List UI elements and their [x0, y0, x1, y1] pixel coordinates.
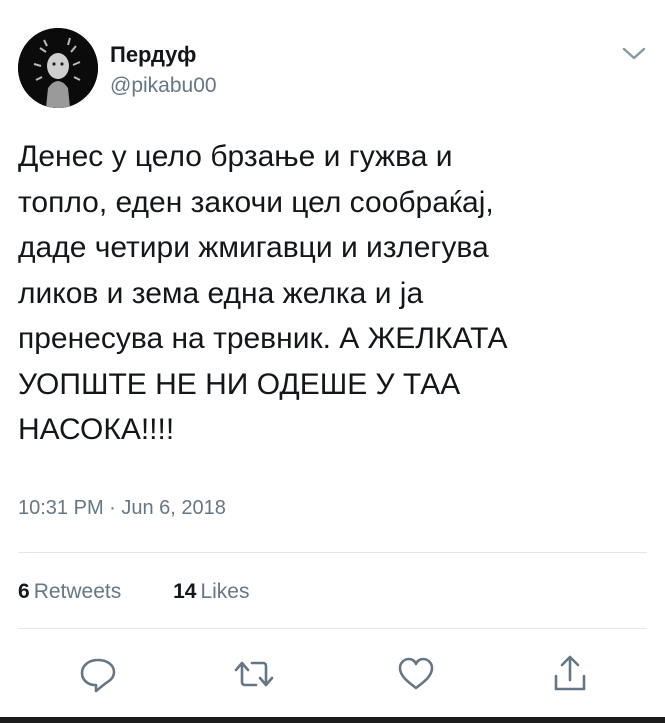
retweets-stat[interactable]: 6 Retweets — [18, 580, 121, 604]
tweet-stats: 6 Retweets 14 Likes — [18, 580, 295, 604]
heart-icon[interactable] — [394, 652, 438, 696]
retweets-label: Retweets — [33, 580, 122, 603]
divider — [18, 628, 647, 629]
divider — [0, 717, 665, 723]
retweets-count: 6 — [18, 580, 30, 603]
likes-count: 14 — [173, 580, 197, 603]
tweet-text-line: ликов и зема една желка и ја — [18, 276, 424, 310]
chevron-down-icon[interactable] — [620, 44, 648, 64]
reply-icon[interactable] — [76, 652, 120, 696]
avatar-image — [18, 28, 98, 108]
tweet-timestamp[interactable]: 10:31 PM · Jun 6, 2018 — [18, 497, 226, 520]
tweet-card: Пердуф @pikabu00 Денес у цело брзање и г… — [0, 0, 665, 723]
tweet-text: Денес у цело брзање и гужва и топло, еде… — [18, 134, 648, 453]
tweet-text-line: Денес у цело брзање и гужва и — [18, 140, 453, 173]
tweet-text-line: даде четири жмигавци и излегува — [18, 231, 489, 264]
tweet-text-line: топло, еден закочи цел сообраќај, — [18, 185, 494, 219]
display-name[interactable]: Пердуф — [110, 42, 196, 68]
tweet-text-line: НАСОКА!!!! — [18, 413, 175, 446]
share-icon[interactable] — [548, 652, 592, 696]
likes-stat[interactable]: 14 Likes — [173, 580, 249, 604]
avatar[interactable] — [18, 28, 98, 108]
likes-label: Likes — [200, 580, 250, 603]
user-handle[interactable]: @pikabu00 — [110, 74, 217, 98]
retweet-icon[interactable] — [232, 652, 276, 696]
tweet-text-line: пренесува на тревник. А ЖЕЛКАТА — [18, 322, 508, 355]
tweet-text-line: УОПШТЕ НЕ НИ ОДЕШЕ У ТАА — [18, 367, 461, 401]
divider — [18, 552, 647, 553]
